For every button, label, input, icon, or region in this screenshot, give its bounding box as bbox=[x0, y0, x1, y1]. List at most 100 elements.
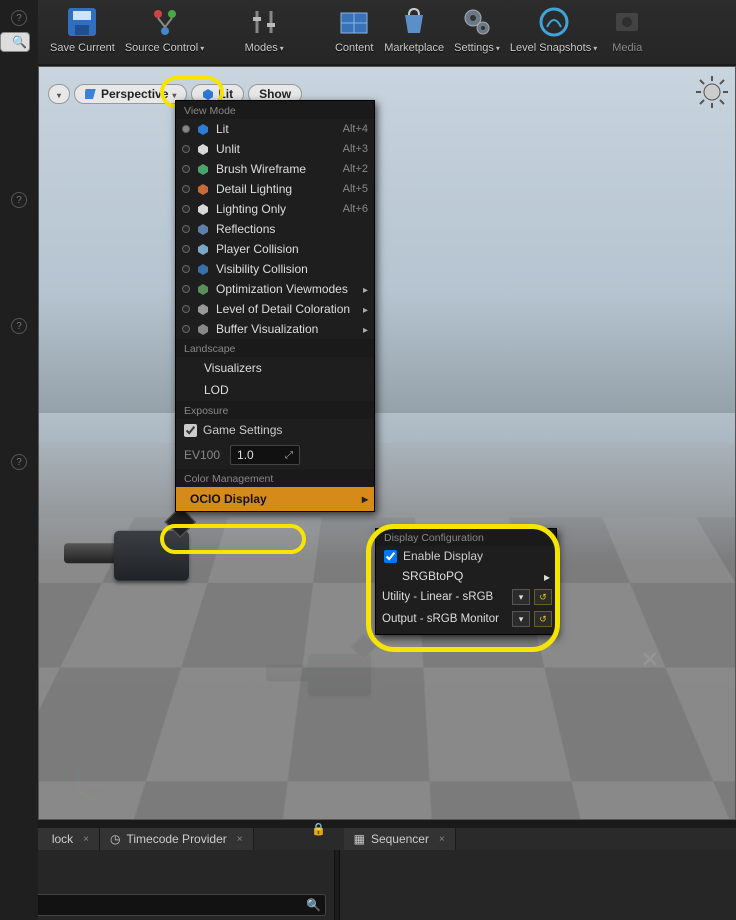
dropdown-button[interactable]: ▾ bbox=[512, 611, 530, 627]
clock-icon: ◷ bbox=[110, 832, 120, 846]
level-snapshots-button[interactable]: Level Snapshots bbox=[510, 0, 597, 54]
ev100-row: EV100 1.0 ⤢ bbox=[176, 441, 374, 469]
submenu-arrow-icon bbox=[363, 302, 368, 316]
help-icon[interactable]: ? bbox=[11, 318, 27, 334]
enable-display-row[interactable]: Enable Display bbox=[376, 546, 556, 566]
sun-widget[interactable] bbox=[695, 75, 729, 109]
help-icon[interactable]: ? bbox=[11, 10, 27, 26]
menu-item-label: Brush Wireframe bbox=[216, 162, 337, 176]
source-control-button[interactable]: Source Control bbox=[125, 0, 204, 54]
tab-timecode-provider[interactable]: ◷ Timecode Provider × bbox=[100, 828, 254, 850]
menu-item-player-collision[interactable]: Player Collision bbox=[176, 239, 374, 259]
ev100-input[interactable]: 1.0 ⤢ bbox=[230, 445, 300, 465]
checkbox-label: Enable Display bbox=[403, 549, 483, 563]
content-button[interactable]: Content bbox=[334, 0, 374, 54]
ev100-label: EV100 bbox=[184, 448, 220, 462]
menu-item-lod[interactable]: LOD bbox=[176, 379, 374, 401]
bottom-tab-bar: lock × ◷ Timecode Provider × ▦ Sequencer… bbox=[0, 828, 736, 850]
shortcut-text: Alt+4 bbox=[343, 123, 368, 135]
expand-icon[interactable]: ⤢ bbox=[285, 450, 293, 461]
menu-item-label: LOD bbox=[204, 383, 229, 397]
save-current-button[interactable]: Save Current bbox=[50, 0, 115, 54]
submenu-arrow-icon bbox=[363, 282, 368, 296]
help-icon[interactable]: ? bbox=[11, 192, 27, 208]
shortcut-text: Alt+3 bbox=[343, 143, 368, 155]
game-settings-checkbox-row[interactable]: Game Settings bbox=[176, 419, 374, 441]
menu-item-label: Visibility Collision bbox=[216, 262, 362, 276]
menu-item-buffer-visualization[interactable]: Buffer Visualization bbox=[176, 319, 374, 339]
perspective-button[interactable]: Perspective bbox=[74, 84, 187, 104]
tab-label: Timecode Provider bbox=[126, 832, 226, 846]
help-icon[interactable]: ? bbox=[11, 454, 27, 470]
reset-button[interactable]: ↺ bbox=[534, 611, 552, 627]
toolbar-label: Media bbox=[612, 42, 642, 54]
menu-item-srgbtopq[interactable]: SRGBtoPQ ▸ bbox=[376, 566, 556, 586]
menu-item-unlit[interactable]: Unlit Alt+3 bbox=[176, 139, 374, 159]
toolbar-label: Modes bbox=[245, 42, 284, 54]
pill-label: Perspective bbox=[101, 87, 168, 101]
content-icon bbox=[334, 4, 374, 40]
main-toolbar: Save Current Source Control Modes Conten… bbox=[38, 0, 736, 64]
menu-item-level-of-detail-coloration[interactable]: Level of Detail Coloration bbox=[176, 299, 374, 319]
menu-item-lit[interactable]: Lit Alt+4 bbox=[176, 119, 374, 139]
view-mode-menu: View Mode Lit Alt+4 Unlit Alt+3 Brush Wirefr… bbox=[175, 100, 375, 512]
marketplace-button[interactable]: Marketplace bbox=[384, 0, 444, 54]
menu-item-visualizers[interactable]: Visualizers bbox=[176, 357, 374, 379]
reset-button[interactable]: ↺ bbox=[534, 589, 552, 605]
sidebar-search[interactable]: 🔍 bbox=[0, 32, 30, 52]
marketplace-icon bbox=[394, 4, 434, 40]
enable-display-checkbox[interactable] bbox=[384, 550, 397, 563]
crosshair-icon: ✕ bbox=[641, 647, 659, 673]
toolbar-label: Content bbox=[335, 42, 374, 54]
dropdown-value: Utility - Linear - sRGB bbox=[382, 591, 508, 603]
menu-item-ocio-display[interactable]: OCIO Display ▸ bbox=[176, 487, 374, 511]
viewmode-icon bbox=[196, 262, 210, 276]
close-icon[interactable]: × bbox=[83, 834, 89, 845]
menu-item-optimization-viewmodes[interactable]: Optimization Viewmodes bbox=[176, 279, 374, 299]
radio-icon bbox=[182, 325, 190, 333]
source-colorspace-row: Utility - Linear - sRGB ▾ ↺ bbox=[376, 586, 556, 608]
camera-actor[interactable] bbox=[64, 508, 214, 596]
tab-sequencer[interactable]: ▦ Sequencer × bbox=[344, 828, 456, 850]
radio-icon bbox=[182, 285, 190, 293]
modes-button[interactable]: Modes bbox=[244, 0, 284, 54]
submenu-arrow-icon: ▸ bbox=[544, 570, 550, 584]
menu-item-brush-wireframe[interactable]: Brush Wireframe Alt+2 bbox=[176, 159, 374, 179]
menu-item-label: Lit bbox=[216, 122, 337, 136]
output-colorspace-row: Output - sRGB Monitor ▾ ↺ bbox=[376, 608, 556, 630]
close-icon[interactable]: × bbox=[237, 834, 243, 845]
level-snapshots-icon bbox=[534, 4, 574, 40]
menu-item-label: SRGBtoPQ bbox=[402, 569, 463, 583]
menu-item-reflections[interactable]: Reflections bbox=[176, 219, 374, 239]
shortcut-text: Alt+2 bbox=[343, 163, 368, 175]
media-icon bbox=[607, 4, 647, 40]
modes-icon bbox=[244, 4, 284, 40]
pill-label: Lit bbox=[218, 87, 233, 101]
tab-label: lock bbox=[52, 832, 73, 846]
save-icon bbox=[62, 4, 102, 40]
viewport-options-dropdown[interactable] bbox=[48, 84, 70, 104]
dropdown-button[interactable]: ▾ bbox=[512, 589, 530, 605]
viewmode-icon bbox=[196, 142, 210, 156]
viewmode-icon bbox=[196, 162, 210, 176]
axis-gizmo[interactable]: zxy bbox=[67, 761, 107, 801]
game-settings-checkbox[interactable] bbox=[184, 424, 197, 437]
menu-section-header: View Mode bbox=[176, 101, 374, 119]
panel-splitter[interactable] bbox=[334, 850, 340, 920]
menu-item-visibility-collision[interactable]: Visibility Collision bbox=[176, 259, 374, 279]
submenu-arrow-icon bbox=[363, 322, 368, 336]
viewmode-icon bbox=[196, 122, 210, 136]
camera-actor[interactable] bbox=[266, 635, 392, 709]
menu-item-label: Unlit bbox=[216, 142, 337, 156]
viewmode-icon bbox=[196, 202, 210, 216]
radio-icon bbox=[182, 245, 190, 253]
settings-button[interactable]: Settings bbox=[454, 0, 500, 54]
close-icon[interactable]: × bbox=[439, 834, 445, 845]
lower-search-input[interactable]: 🔍 bbox=[6, 894, 326, 916]
media-button[interactable]: Media bbox=[607, 0, 647, 54]
lock-icon[interactable]: 🔒 bbox=[303, 822, 334, 836]
menu-item-lighting-only[interactable]: Lighting OnlyAlt+6 bbox=[176, 199, 374, 219]
menu-item-detail-lighting[interactable]: Detail LightingAlt+5 bbox=[176, 179, 374, 199]
svg-text:y: y bbox=[91, 793, 96, 801]
level-viewport[interactable]: ✕ zxy bbox=[38, 66, 736, 820]
